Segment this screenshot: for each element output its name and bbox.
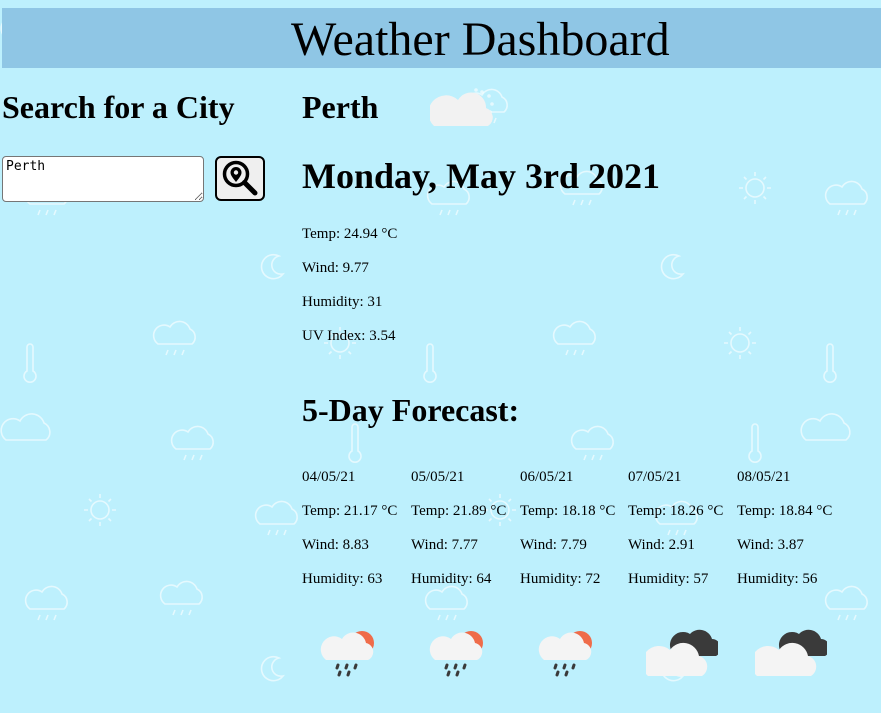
partly-cloudy-icon [430,88,494,126]
forecast-temp: Temp: 18.26 °C [628,503,724,519]
forecast-wind: Wind: 2.91 [628,537,695,553]
forecast-wind: Wind: 8.83 [302,537,369,553]
forecast-wind: Wind: 7.77 [411,537,478,553]
current-city-name: Perth [302,89,379,125]
forecast-temp: Temp: 21.17 °C [302,503,398,519]
sun-cloud-rain-icon [429,631,483,677]
current-uv-index: UV Index: 3.54 [302,328,396,344]
forecast-humidity: Humidity: 63 [302,571,383,587]
broken-clouds-icon [646,629,718,676]
header-bar: Weather Dashboard [2,8,881,68]
city-search-input[interactable]: Perth [2,156,204,202]
current-date: Monday, May 3rd 2021 [302,156,661,196]
forecast-humidity: Humidity: 56 [737,571,818,587]
sun-cloud-rain-icon [538,631,592,677]
location-search-icon [222,160,258,195]
page-title: Weather Dashboard [291,13,670,66]
forecast-date: 04/05/21 [302,469,356,485]
forecast-humidity: Humidity: 72 [520,571,601,587]
forecast-humidity: Humidity: 64 [411,571,492,587]
forecast-date: 08/05/21 [737,469,791,485]
forecast-humidity: Humidity: 57 [628,571,709,587]
forecast-day-card: 06/05/21 Temp: 18.18 °C Wind: 7.79 Humid… [520,468,629,688]
current-temp: Temp: 24.94 °C [302,226,398,242]
forecast-date: 07/05/21 [628,469,682,485]
forecast-day-card: 07/05/21 Temp: 18.26 °C Wind: 2.91 Humid… [628,468,737,688]
forecast-temp: Temp: 21.89 °C [411,503,507,519]
current-wind: Wind: 9.77 [302,260,369,276]
forecast-day-card: 08/05/21 Temp: 18.84 °C Wind: 3.87 Humid… [737,468,846,688]
forecast-temp: Temp: 18.18 °C [520,503,616,519]
forecast-temp: Temp: 18.84 °C [737,503,833,519]
forecast-wind: Wind: 3.87 [737,537,804,553]
broken-clouds-icon [755,629,827,676]
forecast-date: 06/05/21 [520,469,574,485]
current-humidity: Humidity: 31 [302,294,383,310]
search-heading: Search for a City [2,89,235,125]
search-button[interactable] [215,156,265,201]
sun-cloud-rain-icon [320,631,374,677]
forecast-wind: Wind: 7.79 [520,537,587,553]
forecast-date: 05/05/21 [411,469,465,485]
forecast-heading: 5-Day Forecast: [302,392,520,428]
forecast-day-card: 04/05/21 Temp: 21.17 °C Wind: 8.83 Humid… [302,468,411,688]
forecast-day-card: 05/05/21 Temp: 21.89 °C Wind: 7.77 Humid… [411,468,520,688]
